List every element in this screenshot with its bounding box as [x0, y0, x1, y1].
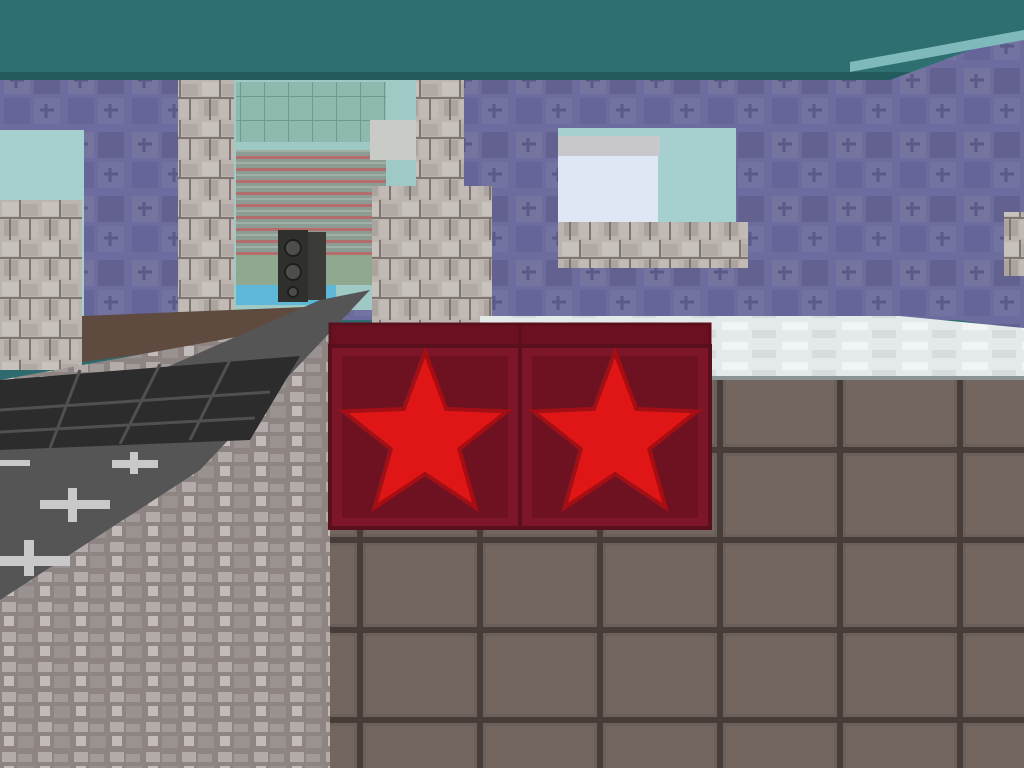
speaker-icon: [284, 263, 302, 281]
stone-pillar-mid: [416, 80, 464, 190]
speaker-blocks: [278, 230, 326, 302]
distant-glass: [236, 82, 386, 142]
ceiling-edge: [0, 72, 1024, 80]
window-right-sill: [558, 222, 748, 268]
window-right-slab: [558, 136, 660, 156]
stone-pillar-left: [178, 80, 234, 316]
speaker-icon: [284, 239, 302, 257]
game-scene: [0, 0, 1024, 768]
game-viewport[interactable]: [0, 0, 1024, 768]
cobblestone-path-near: [200, 420, 330, 768]
red-star-block[interactable]: [328, 322, 522, 530]
stone-pillar-near-left: [0, 200, 82, 370]
red-star-block[interactable]: [518, 322, 712, 530]
floating-block: [370, 120, 418, 160]
speaker-icon: [287, 286, 299, 298]
purple-wall: [0, 80, 1024, 320]
purple-wall-right: [890, 30, 1024, 330]
stone-block-center: [372, 186, 492, 326]
stone-block-right: [1004, 212, 1024, 276]
red-star-blocks[interactable]: [328, 322, 712, 530]
